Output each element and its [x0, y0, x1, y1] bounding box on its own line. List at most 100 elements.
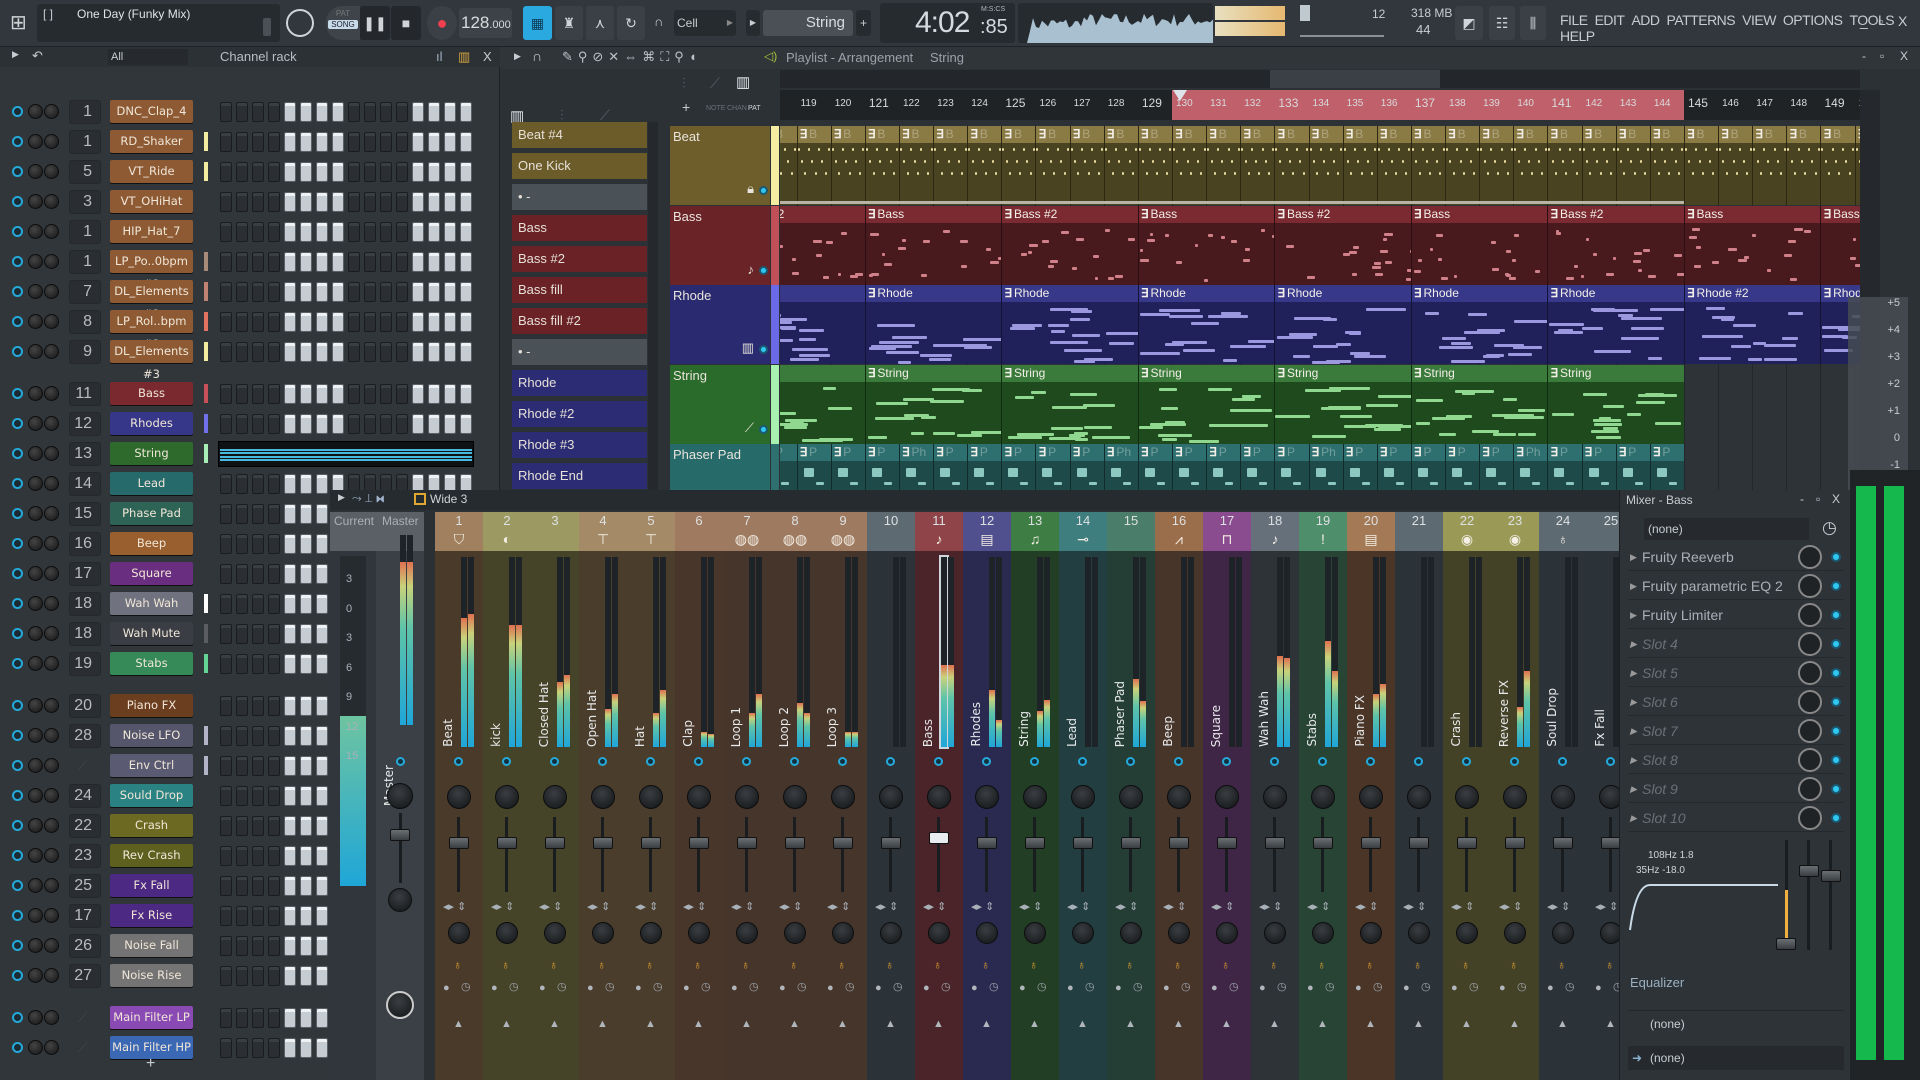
bar-number[interactable]: 142	[1586, 98, 1603, 109]
note-icon[interactable]: ♪	[748, 262, 755, 277]
pan-knob[interactable]	[591, 785, 615, 809]
mixer-track-number[interactable]: 23	[69, 844, 101, 868]
channel-volume-knob[interactable]	[28, 728, 43, 743]
channel-pan-knob[interactable]	[44, 386, 59, 401]
eq-band-slider-mid[interactable]	[1807, 840, 1810, 950]
bar-number[interactable]: 140	[1517, 98, 1534, 109]
step-button[interactable]	[220, 342, 232, 362]
step-button[interactable]	[300, 474, 312, 494]
step-button[interactable]	[380, 102, 392, 122]
record-arm-icon[interactable]: ♁	[1125, 958, 1134, 972]
bar-number[interactable]: 119	[801, 98, 817, 109]
master-fader[interactable]	[390, 829, 410, 841]
mixer-track-number[interactable]: 7	[69, 280, 101, 304]
slot-mix-knob[interactable]	[1798, 661, 1822, 685]
step-button[interactable]	[348, 384, 360, 404]
playlist-clip[interactable]: ∃String	[1547, 365, 1684, 444]
channel-name-button[interactable]: LP_Rol..bpm #2	[110, 310, 193, 333]
step-button[interactable]	[284, 192, 296, 212]
breadcrumb-pattern[interactable]: String	[930, 50, 964, 65]
mixer-track-number[interactable]: 28	[69, 724, 101, 748]
step-button[interactable]	[236, 504, 248, 524]
channel-mute-led[interactable]	[12, 316, 23, 327]
channel-select-indicator[interactable]	[204, 282, 208, 301]
route-dot[interactable]: ●	[971, 982, 978, 994]
step-button[interactable]	[284, 564, 296, 584]
channel-pan-knob[interactable]	[44, 728, 59, 743]
playlist-clip[interactable]: ∃P	[1035, 444, 1069, 490]
track-header[interactable]: Rhode▥	[670, 285, 770, 364]
step-button[interactable]	[460, 312, 472, 332]
step-button[interactable]	[284, 222, 296, 242]
bar-number[interactable]: 145	[1688, 96, 1708, 110]
step-button[interactable]	[268, 384, 280, 404]
step-button[interactable]	[220, 192, 232, 212]
step-button[interactable]	[364, 132, 376, 152]
volume-fader[interactable]	[497, 837, 517, 849]
step-button[interactable]	[396, 102, 408, 122]
record-arm-icon[interactable]: ♁	[693, 958, 702, 972]
mixer-strip[interactable]: 17⊓Square◂▸ ⇕♁●◷▲	[1203, 512, 1251, 1080]
playlist-clip[interactable]: ∃B	[1547, 126, 1581, 205]
send-indicator[interactable]	[982, 757, 991, 766]
strip-header[interactable]: 10	[867, 512, 915, 551]
breadcrumb-root[interactable]: Playlist - Arrangement	[786, 50, 913, 65]
slot-enable-led[interactable]	[1831, 610, 1841, 620]
step-button[interactable]	[332, 384, 344, 404]
slot-mix-knob[interactable]	[1798, 748, 1822, 772]
stereo-knob[interactable]	[1216, 922, 1238, 944]
step-button[interactable]	[236, 876, 248, 896]
step-button[interactable]	[396, 342, 408, 362]
mixer-track-number[interactable]: 5	[69, 160, 101, 184]
step-button[interactable]	[412, 162, 424, 182]
track-active-led[interactable]	[759, 266, 768, 275]
playlist-clip[interactable]: ∃Ph	[1104, 444, 1138, 490]
channel-volume-knob[interactable]	[28, 446, 43, 461]
pattern-list-item[interactable]: Beat #4	[512, 122, 647, 148]
channel-name-button[interactable]: Lead	[110, 472, 193, 495]
step-button[interactable]	[252, 816, 264, 836]
route-arrow-icon[interactable]: ▲	[1557, 1018, 1568, 1030]
step-button[interactable]	[412, 222, 424, 242]
send-indicator[interactable]	[598, 757, 607, 766]
step-button[interactable]	[300, 282, 312, 302]
strip-header[interactable]: 5⊤	[627, 512, 675, 551]
record-arm-icon[interactable]: ♁	[1413, 958, 1422, 972]
step-button[interactable]	[252, 594, 264, 614]
pan-knob[interactable]	[543, 785, 567, 809]
pan-knob[interactable]	[975, 785, 999, 809]
strip-header[interactable]: 7◍◍	[723, 512, 771, 551]
volume-fader[interactable]	[881, 837, 901, 849]
main-menu-icon[interactable]: ⊞	[10, 10, 27, 35]
mixer-strip[interactable]: 21◂▸ ⇕♁●◷▲	[1395, 512, 1443, 1080]
step-button[interactable]	[396, 252, 408, 272]
stereo-separation-icon[interactable]: ◂▸ ⇕	[779, 900, 802, 913]
channel-pan-knob[interactable]	[44, 506, 59, 521]
step-button[interactable]	[364, 312, 376, 332]
playlist-clip[interactable]: ∃Rhode	[780, 285, 865, 364]
step-button[interactable]	[332, 222, 344, 242]
step-button[interactable]	[380, 132, 392, 152]
channel-mute-led[interactable]	[12, 820, 23, 831]
playlist-clip[interactable]: ∃P	[1616, 444, 1650, 490]
pattern-list-item[interactable]: Bass	[512, 215, 647, 241]
step-button[interactable]	[300, 504, 312, 524]
channel-volume-knob[interactable]	[28, 626, 43, 641]
step-button[interactable]	[284, 282, 296, 302]
channel-pan-knob[interactable]	[44, 134, 59, 149]
step-button[interactable]	[332, 102, 344, 122]
step-button[interactable]	[460, 384, 472, 404]
step-button[interactable]	[252, 846, 264, 866]
step-button[interactable]	[300, 252, 312, 272]
pan-knob[interactable]	[1263, 785, 1287, 809]
step-button[interactable]	[284, 876, 296, 896]
step-button[interactable]	[316, 414, 328, 434]
channel-select-indicator[interactable]	[204, 654, 208, 673]
playlist-clip[interactable]: ∃B	[1309, 126, 1343, 205]
channel-mute-led[interactable]	[12, 790, 23, 801]
mixer-strip[interactable]: 8◍◍Loop 2◂▸ ⇕♁●◷▲	[771, 512, 819, 1080]
volume-fader[interactable]	[977, 837, 997, 849]
mixer-strip[interactable]: 9◍◍Loop 3◂▸ ⇕♁●◷▲	[819, 512, 867, 1080]
mixer-track-number[interactable]: 26	[69, 934, 101, 958]
bar-number[interactable]: 136	[1381, 98, 1398, 109]
